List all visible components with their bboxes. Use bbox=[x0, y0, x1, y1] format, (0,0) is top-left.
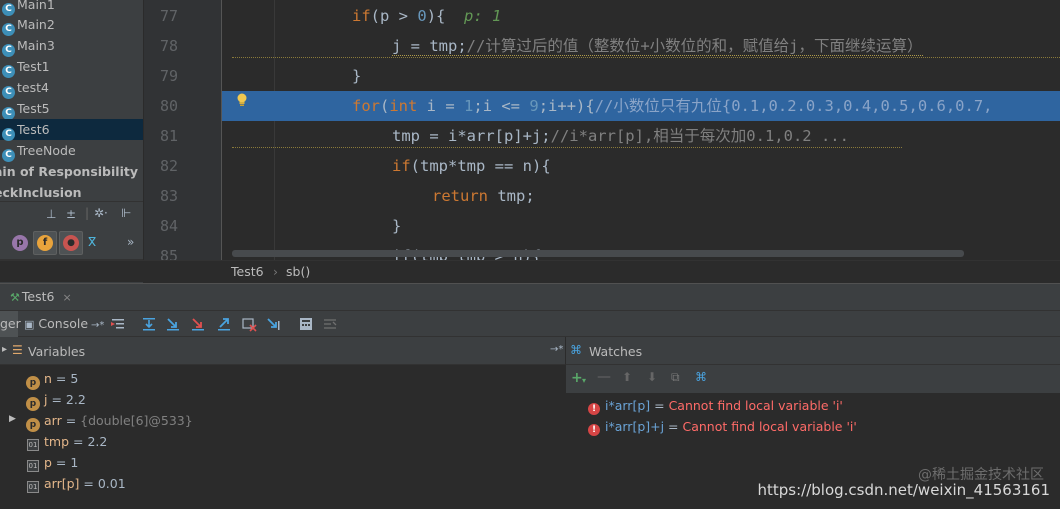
show-execution-point-icon[interactable] bbox=[110, 316, 126, 332]
tree-package[interactable]: ain of Responsibility Pa bbox=[0, 161, 143, 182]
step-over-icon[interactable] bbox=[141, 316, 157, 332]
tree-item[interactable]: Ctest4 bbox=[0, 77, 143, 99]
structure-toolbar: ⊥ ± | ✲· ⊩ bbox=[0, 201, 143, 229]
more-icon[interactable]: » bbox=[127, 235, 134, 249]
tree-item[interactable]: C Test5 bbox=[0, 98, 143, 120]
code-line: return tmp; bbox=[432, 187, 535, 205]
variables-icon: ☰ bbox=[12, 343, 23, 357]
parameter-icon: p bbox=[26, 418, 40, 432]
gear-icon[interactable]: ✲· bbox=[94, 206, 108, 220]
inherited-filter-icon[interactable]: ⴳ bbox=[88, 235, 96, 249]
expand-arrow-icon[interactable]: ▸ bbox=[2, 344, 7, 355]
breadcrumb: Test6 › sb() bbox=[0, 260, 1060, 282]
local-variable-icon: 01 bbox=[27, 460, 39, 472]
run-to-cursor-icon[interactable] bbox=[266, 316, 282, 332]
variables-panel: pn = 5 pj = 2.2 ▶ p arr = {double[6]@533}… bbox=[0, 365, 565, 509]
console-pin-icon: →* bbox=[91, 320, 105, 331]
step-into-icon[interactable] bbox=[165, 316, 181, 332]
line-number: 78 bbox=[159, 37, 178, 55]
watches-header: ⌘ Watches bbox=[565, 337, 1060, 365]
collapse-icon[interactable]: ⊥ bbox=[46, 207, 56, 221]
add-watch-icon[interactable]: + bbox=[571, 370, 583, 386]
line-number: 77 bbox=[159, 7, 178, 25]
line-number-gutter: 77 78 79 80 81 82 83 84 85 bbox=[143, 0, 221, 265]
tree-item[interactable]: C TreeNode bbox=[0, 140, 143, 162]
project-tree-panel: C Main1 C Main2 C Main3 C Test1 Ctest4 C Test… bbox=[0, 0, 143, 283]
move-up-icon[interactable]: ⬆ bbox=[622, 370, 632, 384]
parameter-icon: p bbox=[26, 397, 40, 411]
tree-item[interactable]: C Test1 bbox=[0, 56, 143, 78]
variable-row[interactable]: pn = 5 bbox=[26, 368, 78, 390]
tree-item[interactable]: C Main2 bbox=[0, 14, 143, 36]
code-line-current: for(int i = 1;i <= 9;i++){//小数位只有九位{0.1,… bbox=[222, 91, 1060, 121]
tree-package[interactable]: eckInclusion bbox=[0, 182, 137, 203]
local-variable-icon: 01 bbox=[27, 439, 39, 451]
inline-debug-value: p: 1 bbox=[464, 7, 502, 25]
breadcrumb-item[interactable]: sb() bbox=[286, 264, 310, 279]
remove-watch-icon[interactable]: — bbox=[597, 369, 611, 385]
variables-header: ▸ ☰ Variables →* bbox=[0, 337, 565, 365]
code-line: if(tmp*tmp == n){ bbox=[392, 157, 551, 175]
line-number: 82 bbox=[159, 157, 178, 175]
horizontal-scrollbar[interactable] bbox=[232, 250, 964, 257]
code-editor[interactable]: if(p > 0){ p: 1 j = tmp;//计算过后的值（整数位+小数位… bbox=[222, 0, 1060, 260]
non-public-filter-icon[interactable]: ● bbox=[63, 235, 79, 251]
debug-toolbar: ger ▣ Console →* bbox=[0, 310, 1060, 337]
move-down-icon[interactable]: ⬇ bbox=[647, 370, 657, 384]
line-number: 80 bbox=[159, 97, 178, 115]
code-line: if(p > 0){ p: 1 bbox=[352, 7, 502, 25]
property-filter-icon[interactable]: p bbox=[12, 235, 28, 251]
evaluate-expression-icon[interactable] bbox=[298, 316, 314, 332]
code-line: } bbox=[352, 67, 362, 85]
expand-icon[interactable]: ± bbox=[66, 207, 76, 221]
debug-session-tab[interactable]: ⚒ Test6 × bbox=[0, 284, 80, 311]
tab-console[interactable]: ▣ Console →* bbox=[24, 311, 104, 337]
variable-row[interactable]: 01 arr[p] = 0.01 bbox=[26, 473, 126, 494]
watches-toggle-icon[interactable]: →* bbox=[550, 344, 563, 355]
variable-row[interactable]: p arr = {double[6]@533} bbox=[26, 410, 193, 432]
parameter-icon: p bbox=[26, 376, 40, 390]
duplicate-watch-icon[interactable]: ⧉ bbox=[671, 370, 680, 385]
drop-frame-icon[interactable] bbox=[241, 316, 257, 332]
line-number: 81 bbox=[159, 127, 178, 145]
lightbulb-icon[interactable] bbox=[236, 93, 248, 107]
close-icon[interactable]: × bbox=[62, 291, 71, 304]
variable-row[interactable]: 01 p = 1 bbox=[26, 452, 78, 473]
code-line: } bbox=[392, 217, 402, 235]
watches-toolbar: + ▾ — ⬆ ⬇ ⧉ ⌘ bbox=[566, 365, 1060, 393]
structure-filter-toolbar: p f ● ⴳ » bbox=[0, 229, 143, 259]
field-filter-icon[interactable]: f bbox=[37, 235, 53, 251]
expand-arrow-icon[interactable]: ▶ bbox=[9, 414, 16, 424]
breadcrumb-item[interactable]: Test6 bbox=[231, 264, 264, 279]
line-number: 83 bbox=[159, 187, 178, 205]
error-icon: ! bbox=[588, 424, 600, 436]
error-icon: ! bbox=[588, 403, 600, 415]
watches-settings-icon[interactable]: ⌘ bbox=[695, 370, 707, 384]
debug-bug-icon: ⚒ bbox=[10, 291, 20, 304]
tree-item[interactable]: C Main1 bbox=[0, 0, 143, 16]
watch-row[interactable]: ! i*arr[p] = Cannot find local variable '… bbox=[588, 395, 843, 416]
tab-debugger[interactable]: ger bbox=[0, 311, 21, 337]
debug-tab-bar: ⚒ Test6 × bbox=[0, 283, 1060, 311]
force-step-into-icon[interactable] bbox=[190, 316, 206, 332]
watches-icon: ⌘ bbox=[570, 343, 582, 357]
tree-item-selected[interactable]: C Test6 bbox=[0, 119, 143, 141]
trace-icon[interactable] bbox=[322, 316, 338, 332]
variable-row[interactable]: pj = 2.2 bbox=[26, 389, 86, 411]
pin-icon[interactable]: ⊩ bbox=[121, 206, 131, 220]
tree-item[interactable]: C Main3 bbox=[0, 35, 143, 57]
watermark-url: https://blog.csdn.net/weixin_41563161 bbox=[757, 481, 1050, 499]
watch-row[interactable]: ! i*arr[p]+j = Cannot find local variable… bbox=[588, 416, 857, 437]
line-number: 79 bbox=[159, 67, 178, 85]
line-number: 84 bbox=[159, 217, 178, 235]
console-icon: ▣ bbox=[24, 318, 35, 331]
variable-row[interactable]: 01 tmp = 2.2 bbox=[26, 431, 107, 452]
step-out-icon[interactable] bbox=[216, 316, 232, 332]
local-variable-icon: 01 bbox=[27, 481, 39, 493]
